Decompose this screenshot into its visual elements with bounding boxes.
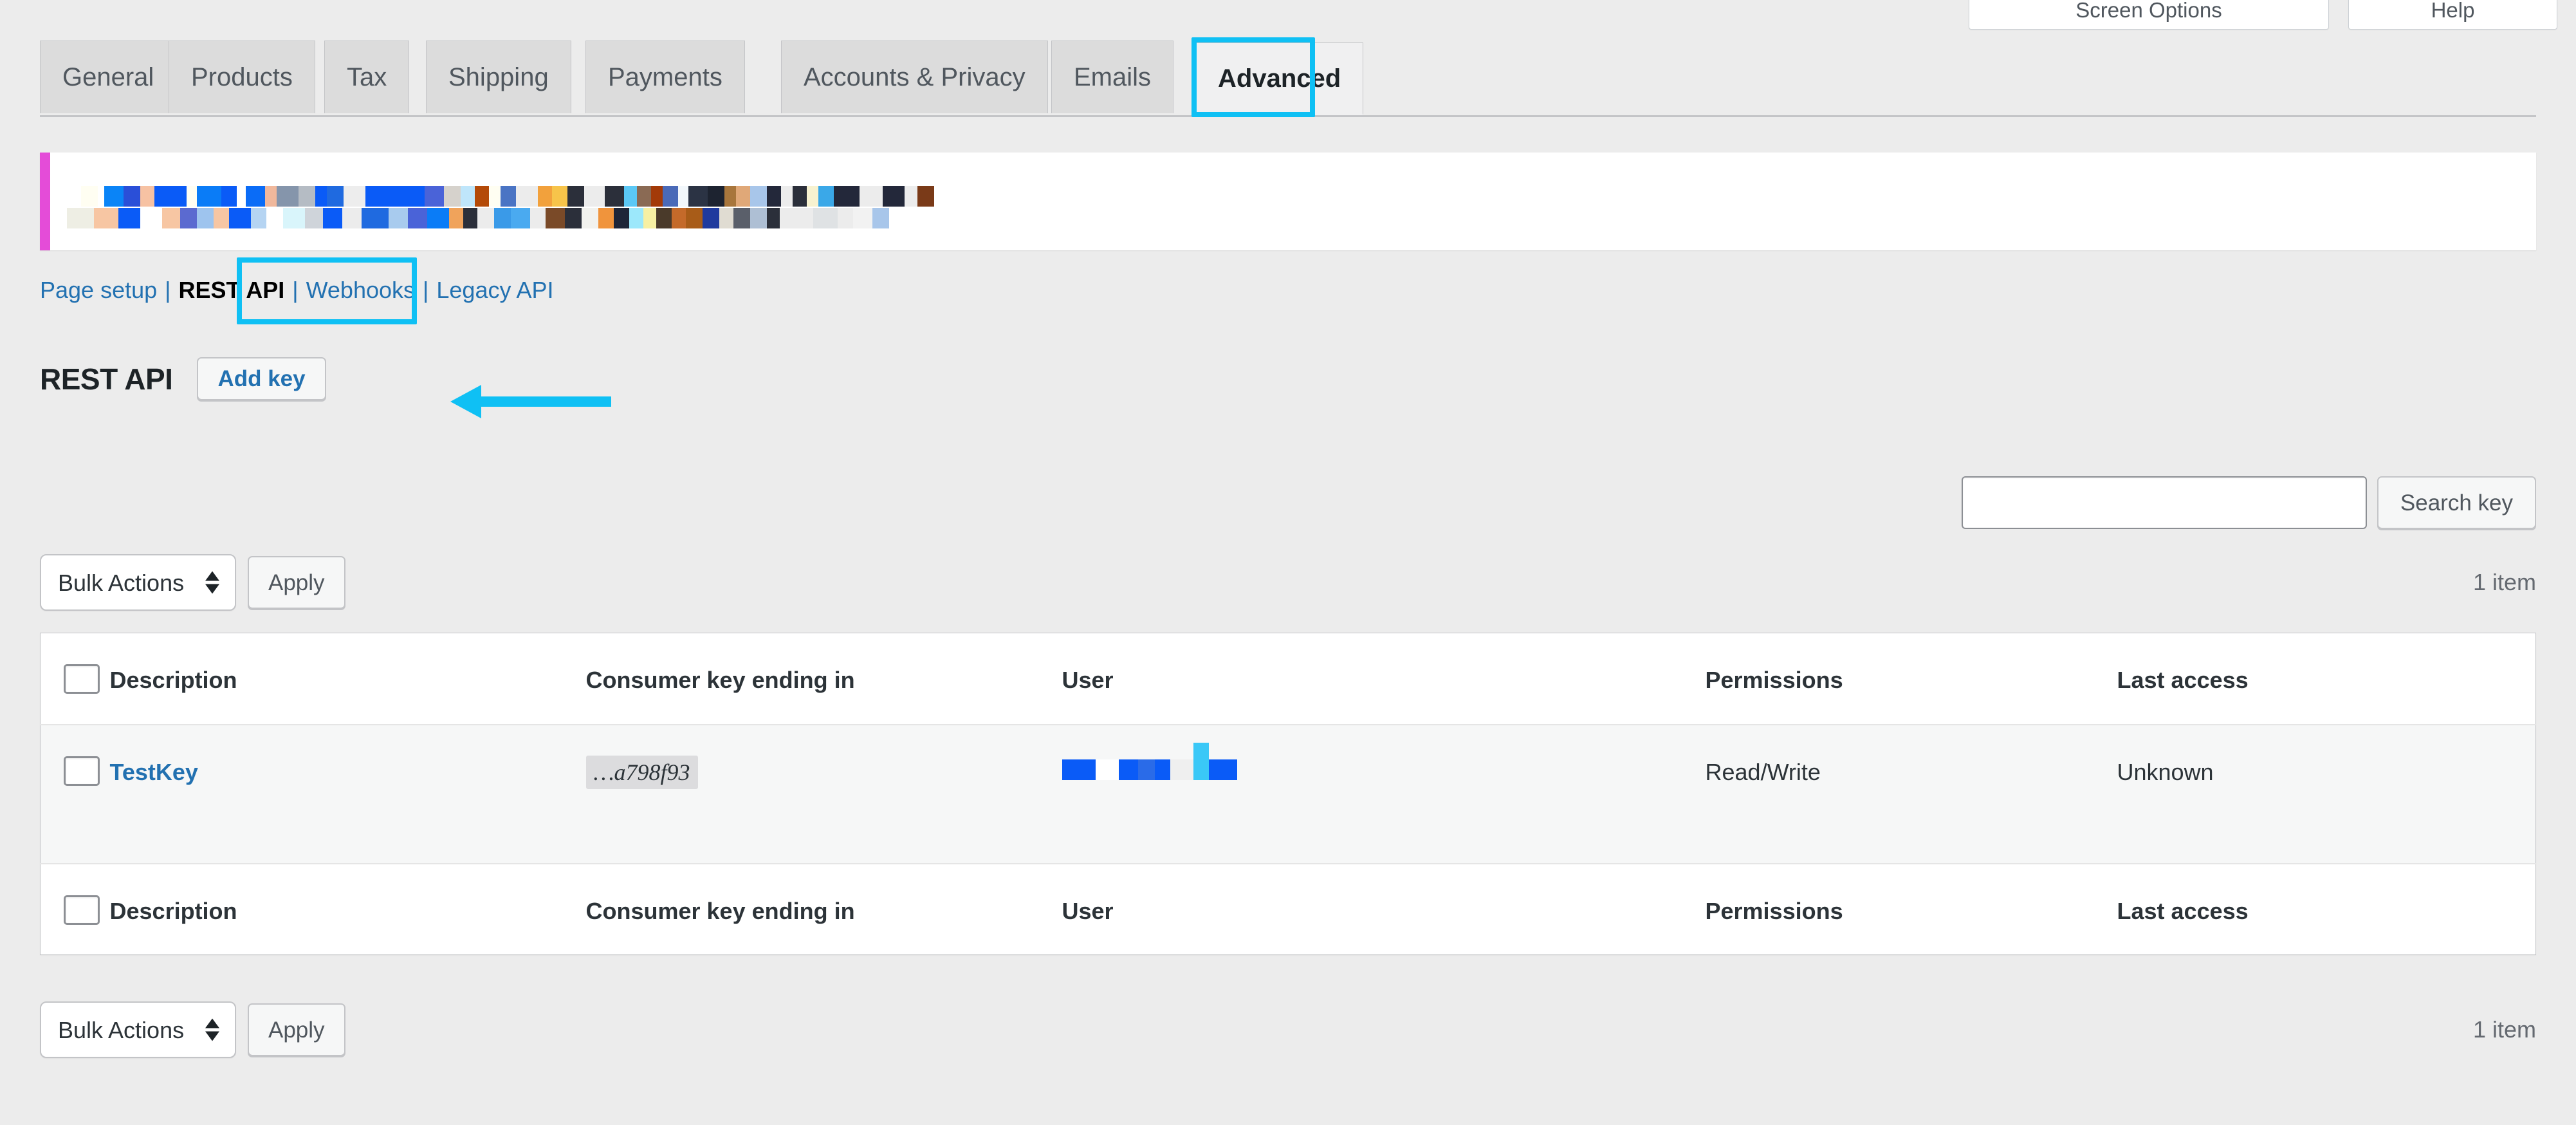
table-footer: Description Consumer key ending in User … xyxy=(40,862,2536,955)
cell-last-access: Unknown xyxy=(2117,758,2214,785)
redacted-text-line-2 xyxy=(67,208,889,228)
displaying-num-bottom: 1 item xyxy=(2472,1016,2536,1043)
header-user: User xyxy=(1062,633,1706,725)
subnav-separator-1: | xyxy=(165,277,171,303)
row-checkbox[interactable] xyxy=(64,756,100,786)
apply-button-bottom[interactable]: Apply xyxy=(248,1003,345,1056)
select-all-checkbox-bottom[interactable] xyxy=(64,895,100,925)
redacted-text-line-1 xyxy=(81,186,934,207)
tab-products[interactable]: Products xyxy=(169,41,315,113)
select-all-footer-cell xyxy=(40,862,110,955)
cell-permissions: Read/Write xyxy=(1705,758,1821,785)
tab-shipping[interactable]: Shipping xyxy=(426,41,571,113)
bulk-actions-select-top[interactable]: Bulk Actions xyxy=(40,554,236,611)
subnav-legacy-api[interactable]: Legacy API xyxy=(436,277,553,304)
row-select-cell xyxy=(41,725,110,864)
subnav-separator-2: | xyxy=(292,277,299,303)
settings-tab-bar: General Products Tax Shipping Payments A… xyxy=(40,0,2536,117)
api-key-description-link[interactable]: TestKey xyxy=(110,759,198,785)
footer-user: User xyxy=(1062,862,1706,955)
bulk-actions-select-wrapper-bottom: Bulk Actions xyxy=(40,1001,236,1058)
page-title-row: REST API Add key xyxy=(40,357,326,400)
subnav-separator-3: | xyxy=(423,277,429,303)
search-input[interactable] xyxy=(1961,476,2367,529)
footer-permissions: Permissions xyxy=(1705,862,2117,955)
footer-last-access[interactable]: Last access xyxy=(2117,862,2536,955)
bulk-actions-select-bottom[interactable]: Bulk Actions xyxy=(40,1001,236,1058)
cell-description: TestKey xyxy=(110,725,586,864)
add-key-button[interactable]: Add key xyxy=(197,357,326,400)
tab-tax[interactable]: Tax xyxy=(324,41,410,113)
tablenav-top: Bulk Actions Apply 1 item xyxy=(40,550,2536,615)
footer-description[interactable]: Description xyxy=(109,862,586,955)
rest-api-subnav: Page setup | REST API | Webhooks | Legac… xyxy=(40,277,554,304)
add-key-pointer-arrow xyxy=(450,385,611,418)
tab-emails[interactable]: Emails xyxy=(1051,41,1174,113)
redacted-username xyxy=(1062,742,1237,780)
tab-general[interactable]: General xyxy=(40,41,177,113)
table-footer-row: Description Consumer key ending in User … xyxy=(40,862,2536,955)
subnav-rest-api[interactable]: REST API xyxy=(179,277,285,304)
footer-consumer-key: Consumer key ending in xyxy=(585,862,1062,955)
select-all-header-cell xyxy=(40,633,110,725)
table-body: TestKey …a798f93 Read/Write Unknown xyxy=(40,724,2536,864)
header-description[interactable]: Description xyxy=(109,633,586,725)
table-row: TestKey …a798f93 Read/Write Unknown xyxy=(40,724,2536,864)
table-header: Description Consumer key ending in User … xyxy=(40,633,2536,725)
cell-consumer-key: …a798f93 xyxy=(585,725,1062,864)
apply-button-top[interactable]: Apply xyxy=(248,556,345,609)
header-last-access[interactable]: Last access xyxy=(2117,633,2536,725)
displaying-num-top: 1 item xyxy=(2472,569,2536,595)
tab-payments[interactable]: Payments xyxy=(585,41,745,113)
page-title: REST API xyxy=(40,362,173,396)
subnav-webhooks[interactable]: Webhooks xyxy=(306,277,415,304)
search-form: Search key xyxy=(1961,476,2536,529)
cell-user xyxy=(1062,725,1706,864)
search-key-button[interactable]: Search key xyxy=(2377,476,2536,529)
select-all-checkbox-top[interactable] xyxy=(64,664,100,694)
tab-accounts-privacy[interactable]: Accounts & Privacy xyxy=(781,41,1048,113)
bulk-actions-select-wrapper: Bulk Actions xyxy=(40,554,236,611)
tablenav-bottom: Bulk Actions Apply 1 item xyxy=(40,998,2536,1062)
woocommerce-settings-screen: Screen Options Help General Products Tax… xyxy=(0,0,2576,1125)
tab-advanced[interactable]: Advanced xyxy=(1195,42,1364,115)
api-keys-table: Description Consumer key ending in User … xyxy=(40,633,2536,955)
consumer-key-truncated: …a798f93 xyxy=(585,755,698,789)
subnav-page-setup[interactable]: Page setup xyxy=(40,277,157,304)
redacted-notice xyxy=(40,153,2536,250)
table-header-row: Description Consumer key ending in User … xyxy=(40,633,2536,725)
header-consumer-key: Consumer key ending in xyxy=(585,633,1062,725)
header-permissions: Permissions xyxy=(1705,633,2117,725)
